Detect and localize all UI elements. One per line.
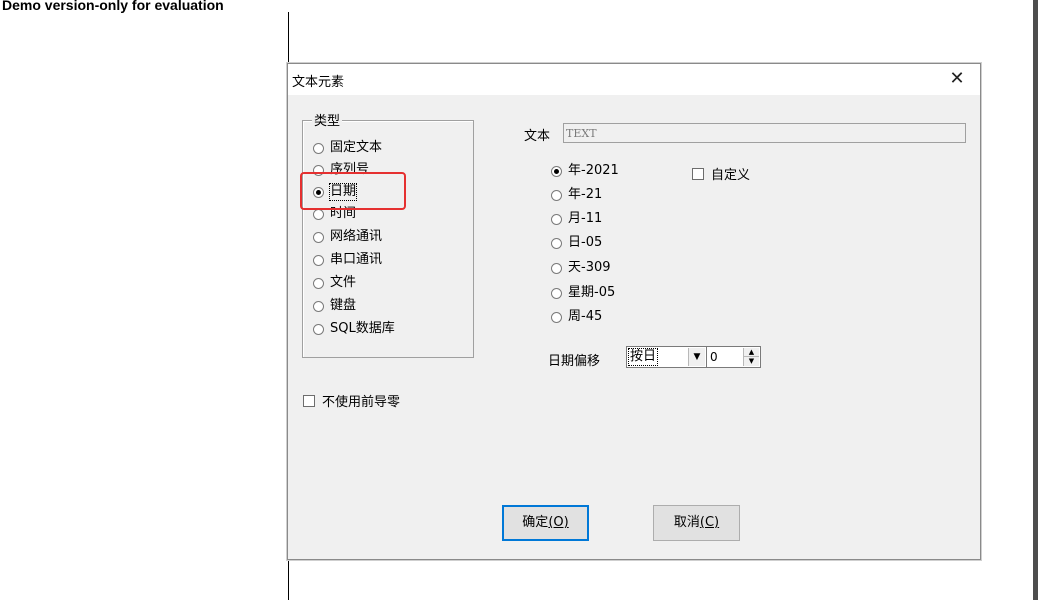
spin-down-icon[interactable]: ▼: [744, 357, 759, 366]
type-group-legend: 类型: [312, 110, 343, 129]
radio-circle-icon: [551, 189, 562, 201]
cancel-button-mnemonic: (C): [699, 515, 720, 530]
spin-up-icon[interactable]: ▲: [744, 348, 759, 357]
date-offset-amount-spinner[interactable]: 0 ▲ ▼: [706, 346, 761, 368]
date-offset-unit-value: 按日: [627, 348, 659, 366]
chevron-down-icon[interactable]: ▼: [688, 348, 705, 366]
date-option-highlight: [300, 172, 406, 210]
dialog-title-bar[interactable]: 文本元素 ✕: [288, 64, 980, 95]
type-radio-fixed-text[interactable]: 固定文本: [313, 140, 382, 156]
date-format-label: 天-309: [568, 260, 611, 275]
date-format-label: 年-2021: [568, 163, 619, 178]
type-radio-sql-database[interactable]: SQL数据库: [313, 321, 395, 337]
text-input[interactable]: TEXT: [563, 123, 966, 143]
demo-watermark-text: Demo version-only for evaluation: [2, 0, 224, 13]
radio-selected-icon: [551, 165, 562, 177]
type-radio-label: SQL数据库: [330, 321, 395, 336]
date-format-label: 日-05: [568, 235, 603, 250]
custom-checkbox[interactable]: 自定义: [692, 164, 750, 183]
radio-circle-icon: [313, 323, 324, 335]
type-radio-keyboard[interactable]: 键盘: [313, 298, 356, 314]
type-radio-serial-port[interactable]: 串口通讯: [313, 252, 382, 268]
type-radio-file[interactable]: 文件: [313, 275, 356, 291]
close-icon[interactable]: ✕: [944, 67, 970, 91]
radio-circle-icon: [313, 208, 324, 220]
type-radio-label: 固定文本: [330, 140, 383, 155]
type-radio-label: 网络通讯: [330, 229, 383, 244]
date-format-radio-year-2[interactable]: 年-21: [551, 187, 602, 203]
type-radio-network[interactable]: 网络通讯: [313, 229, 382, 245]
date-offset-unit-select[interactable]: 按日 ▼: [626, 346, 707, 368]
radio-circle-icon: [313, 254, 324, 266]
no-leading-zero-checkbox[interactable]: 不使用前导零: [303, 391, 400, 410]
no-leading-zero-label: 不使用前导零: [322, 395, 401, 410]
date-format-radio-day[interactable]: 日-05: [551, 235, 602, 251]
ok-button-label: 确定: [522, 515, 549, 530]
date-format-radio-month[interactable]: 月-11: [551, 211, 602, 227]
date-format-radio-weekday[interactable]: 星期-05: [551, 285, 615, 301]
checkbox-box: [303, 394, 315, 407]
radio-circle-icon: [551, 237, 562, 249]
radio-circle-icon: [551, 262, 562, 274]
text-field-label: 文本: [524, 129, 551, 144]
radio-circle-icon: [551, 287, 562, 299]
radio-circle-icon: [313, 142, 324, 154]
background-right-edge: [1033, 0, 1038, 600]
radio-circle-icon: [551, 213, 562, 225]
radio-circle-icon: [551, 311, 562, 323]
radio-circle-icon: [313, 277, 324, 289]
checkbox-box: [692, 167, 704, 180]
date-offset-amount-value: 0: [710, 350, 718, 364]
type-radio-label: 键盘: [330, 298, 357, 313]
dialog-title: 文本元素: [292, 75, 345, 90]
custom-checkbox-label: 自定义: [711, 168, 751, 183]
date-format-radio-day-of-year[interactable]: 天-309: [551, 260, 611, 276]
type-radio-label: 文件: [330, 275, 357, 290]
date-format-label: 星期-05: [568, 285, 616, 300]
date-format-radio-week[interactable]: 周-45: [551, 309, 602, 325]
cancel-button[interactable]: 取消(C): [653, 505, 740, 541]
radio-circle-icon: [313, 300, 324, 312]
date-offset-label: 日期偏移: [548, 354, 601, 369]
ok-button[interactable]: 确定(O): [502, 505, 589, 541]
cancel-button-label: 取消: [673, 515, 700, 530]
date-format-radio-year-4[interactable]: 年-2021: [551, 163, 619, 179]
text-element-dialog: 文本元素 ✕ 类型 固定文本 序列号 日期 时间 网络通讯 串口通讯 文件 键盘…: [287, 63, 981, 560]
ok-button-mnemonic: (O): [548, 515, 569, 530]
date-format-label: 月-11: [568, 211, 603, 226]
spin-buttons: ▲ ▼: [743, 348, 759, 366]
radio-circle-icon: [313, 231, 324, 243]
type-radio-label: 串口通讯: [330, 252, 383, 267]
date-format-label: 周-45: [568, 309, 603, 324]
date-format-label: 年-21: [568, 187, 603, 202]
